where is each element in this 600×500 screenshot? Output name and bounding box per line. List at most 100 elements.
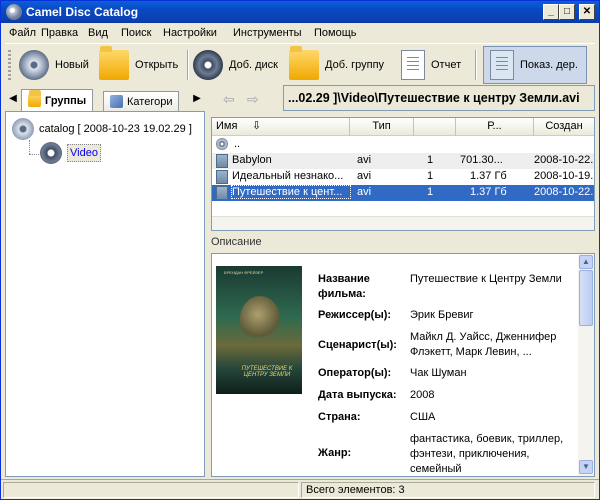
description-heading: Описание	[211, 236, 262, 248]
tree-node-catalog[interactable]: catalog [ 2008-10-23 19.02.29 ]	[12, 118, 192, 140]
file-count: 1	[427, 154, 434, 166]
app-disc-icon	[6, 4, 22, 20]
file-created: 2008-10-22...	[534, 186, 594, 198]
new-button[interactable]: Новый	[19, 46, 89, 84]
show-tree-picture-icon	[490, 50, 514, 80]
scroll-up-icon[interactable]: ▲	[579, 255, 593, 269]
scroll-down-icon[interactable]: ▼	[579, 460, 593, 474]
video-file-icon	[216, 170, 228, 184]
report-button[interactable]: Отчет	[401, 46, 461, 84]
tab-groups[interactable]: Группы	[21, 89, 94, 111]
add-disc-button[interactable]: Доб. диск	[193, 46, 278, 84]
field-key: Оператор(ы):	[318, 367, 392, 379]
show-tree-button[interactable]: Показ. дер.	[483, 46, 587, 84]
open-folder-icon	[99, 46, 129, 80]
menu-help[interactable]: Помощь	[314, 27, 357, 39]
file-created: 2008-10-22...	[534, 154, 594, 166]
file-created: 2008-10-19...	[534, 170, 594, 182]
video-disc-icon	[40, 142, 62, 164]
menu-tools[interactable]: Инструменты	[233, 27, 302, 39]
navigation-buttons: ⇦ ⇨	[211, 89, 281, 111]
back-arrow-icon[interactable]: ⇦	[223, 92, 239, 108]
menu-settings[interactable]: Настройки	[163, 27, 217, 39]
add-group-button[interactable]: Доб. группу	[289, 46, 384, 84]
file-type: avi	[357, 154, 372, 166]
show-tree-label: Показ. дер.	[520, 59, 578, 71]
left-tab-strip: ◀ Группы Категори ▶	[5, 89, 205, 111]
file-name: Идеальный незнако...	[232, 170, 344, 182]
vertical-scrollbar[interactable]: ▲ ▼	[578, 254, 594, 476]
menu-file[interactable]: Файл	[9, 27, 36, 39]
menu-search[interactable]: Поиск	[121, 27, 151, 39]
field-value: 2008	[410, 389, 435, 401]
poster-actor-text: БРЕНДАН ФРЕЙЗЕР	[224, 270, 264, 275]
sort-arrow-icon: ⇩	[252, 120, 262, 132]
add-group-label: Доб. группу	[325, 59, 385, 71]
group-tree[interactable]: catalog [ 2008-10-23 19.02.29 ] Video	[5, 111, 205, 477]
add-group-folder-icon	[289, 46, 319, 80]
file-row[interactable]: ..	[212, 137, 594, 153]
report-document-icon	[401, 50, 425, 80]
file-size: 1.37 Гб	[470, 170, 507, 182]
new-button-label: Новый	[55, 59, 89, 71]
close-button[interactable]: ✕	[579, 4, 595, 20]
poster-title-text: ПУТЕШЕСТВИЕ К ЦЕНТРУ ЗЕМЛИ	[241, 366, 293, 378]
tabs-scroll-right-icon[interactable]: ▶	[191, 91, 203, 107]
maximize-button[interactable]: □	[559, 4, 575, 20]
file-name: ..	[234, 138, 241, 150]
column-created[interactable]: Создан	[534, 118, 594, 136]
panel-splitter[interactable]	[206, 89, 210, 477]
poster-art	[240, 296, 280, 342]
tab-groups-label: Группы	[45, 94, 87, 107]
video-file-icon	[216, 186, 228, 200]
column-size[interactable]: Р...	[456, 118, 534, 136]
forward-arrow-icon[interactable]: ⇨	[247, 92, 263, 108]
tabs-scroll-left-icon[interactable]: ◀	[7, 91, 19, 107]
tree-node-catalog-label: catalog [ 2008-10-23 19.02.29 ]	[39, 123, 192, 135]
tab-categories[interactable]: Категори	[103, 91, 180, 111]
categories-cube-icon	[110, 95, 123, 108]
tab-categories-label: Категори	[127, 95, 173, 108]
file-row[interactable]: Идеальный незнако... avi 1 1.37 Гб 2008-…	[212, 169, 594, 185]
add-disc-icon	[193, 50, 223, 80]
field-key: Страна:	[318, 411, 361, 423]
horizontal-scrollbar[interactable]	[212, 216, 594, 230]
file-name: Babylon	[232, 154, 272, 166]
open-button[interactable]: Открыть	[99, 46, 178, 84]
minimize-button[interactable]: _	[543, 4, 559, 20]
column-type[interactable]: Тип	[350, 118, 414, 136]
tree-node-video[interactable]: Video	[40, 142, 101, 164]
report-label: Отчет	[431, 59, 462, 71]
parent-dir-disc-icon	[216, 138, 228, 150]
tree-connector	[29, 140, 30, 154]
column-name-label: Имя	[216, 120, 238, 132]
menu-bar: Файл Правка Вид Поиск Настройки Инструме…	[1, 23, 599, 43]
file-count: 1	[427, 186, 434, 198]
video-file-icon	[216, 154, 228, 168]
field-value: Путешествие к Центру Земли	[410, 273, 562, 285]
field-value: Эрик Бревиг	[410, 309, 474, 321]
scroll-thumb[interactable]	[579, 270, 593, 326]
add-disc-label: Доб. диск	[229, 59, 278, 71]
file-type: avi	[357, 186, 372, 198]
open-button-label: Открыть	[135, 59, 179, 71]
column-name[interactable]: Имя ⇩	[212, 118, 350, 136]
column-count[interactable]	[414, 118, 456, 136]
toolbar-grip[interactable]	[8, 50, 11, 80]
file-name: Путешествие к цент...	[231, 185, 351, 199]
new-catalog-disc-icon	[19, 50, 49, 80]
title-bar[interactable]: Camel Disc Catalog _ □ ✕	[1, 1, 599, 23]
toolbar-separator	[475, 50, 477, 80]
file-list[interactable]: Имя ⇩ Тип Р... Создан .. Babylon avi 1 7…	[211, 117, 595, 231]
file-row-selected[interactable]: Путешествие к цент... avi 1 1.37 Гб 2008…	[212, 185, 594, 201]
toolbar-separator	[187, 50, 189, 80]
app-window: Camel Disc Catalog _ □ ✕ Файл Правка Вид…	[0, 0, 600, 500]
menu-view[interactable]: Вид	[88, 27, 108, 39]
catalog-disc-icon	[12, 118, 34, 140]
tree-connector	[29, 154, 39, 155]
field-value: фантастика, боевик, триллер, фэнтези, пр…	[410, 433, 564, 475]
status-cell-empty	[3, 482, 299, 498]
file-row[interactable]: Babylon avi 1 701.30... 2008-10-22...	[212, 153, 594, 169]
menu-edit[interactable]: Правка	[41, 27, 78, 39]
file-size: 701.30...	[460, 154, 503, 166]
